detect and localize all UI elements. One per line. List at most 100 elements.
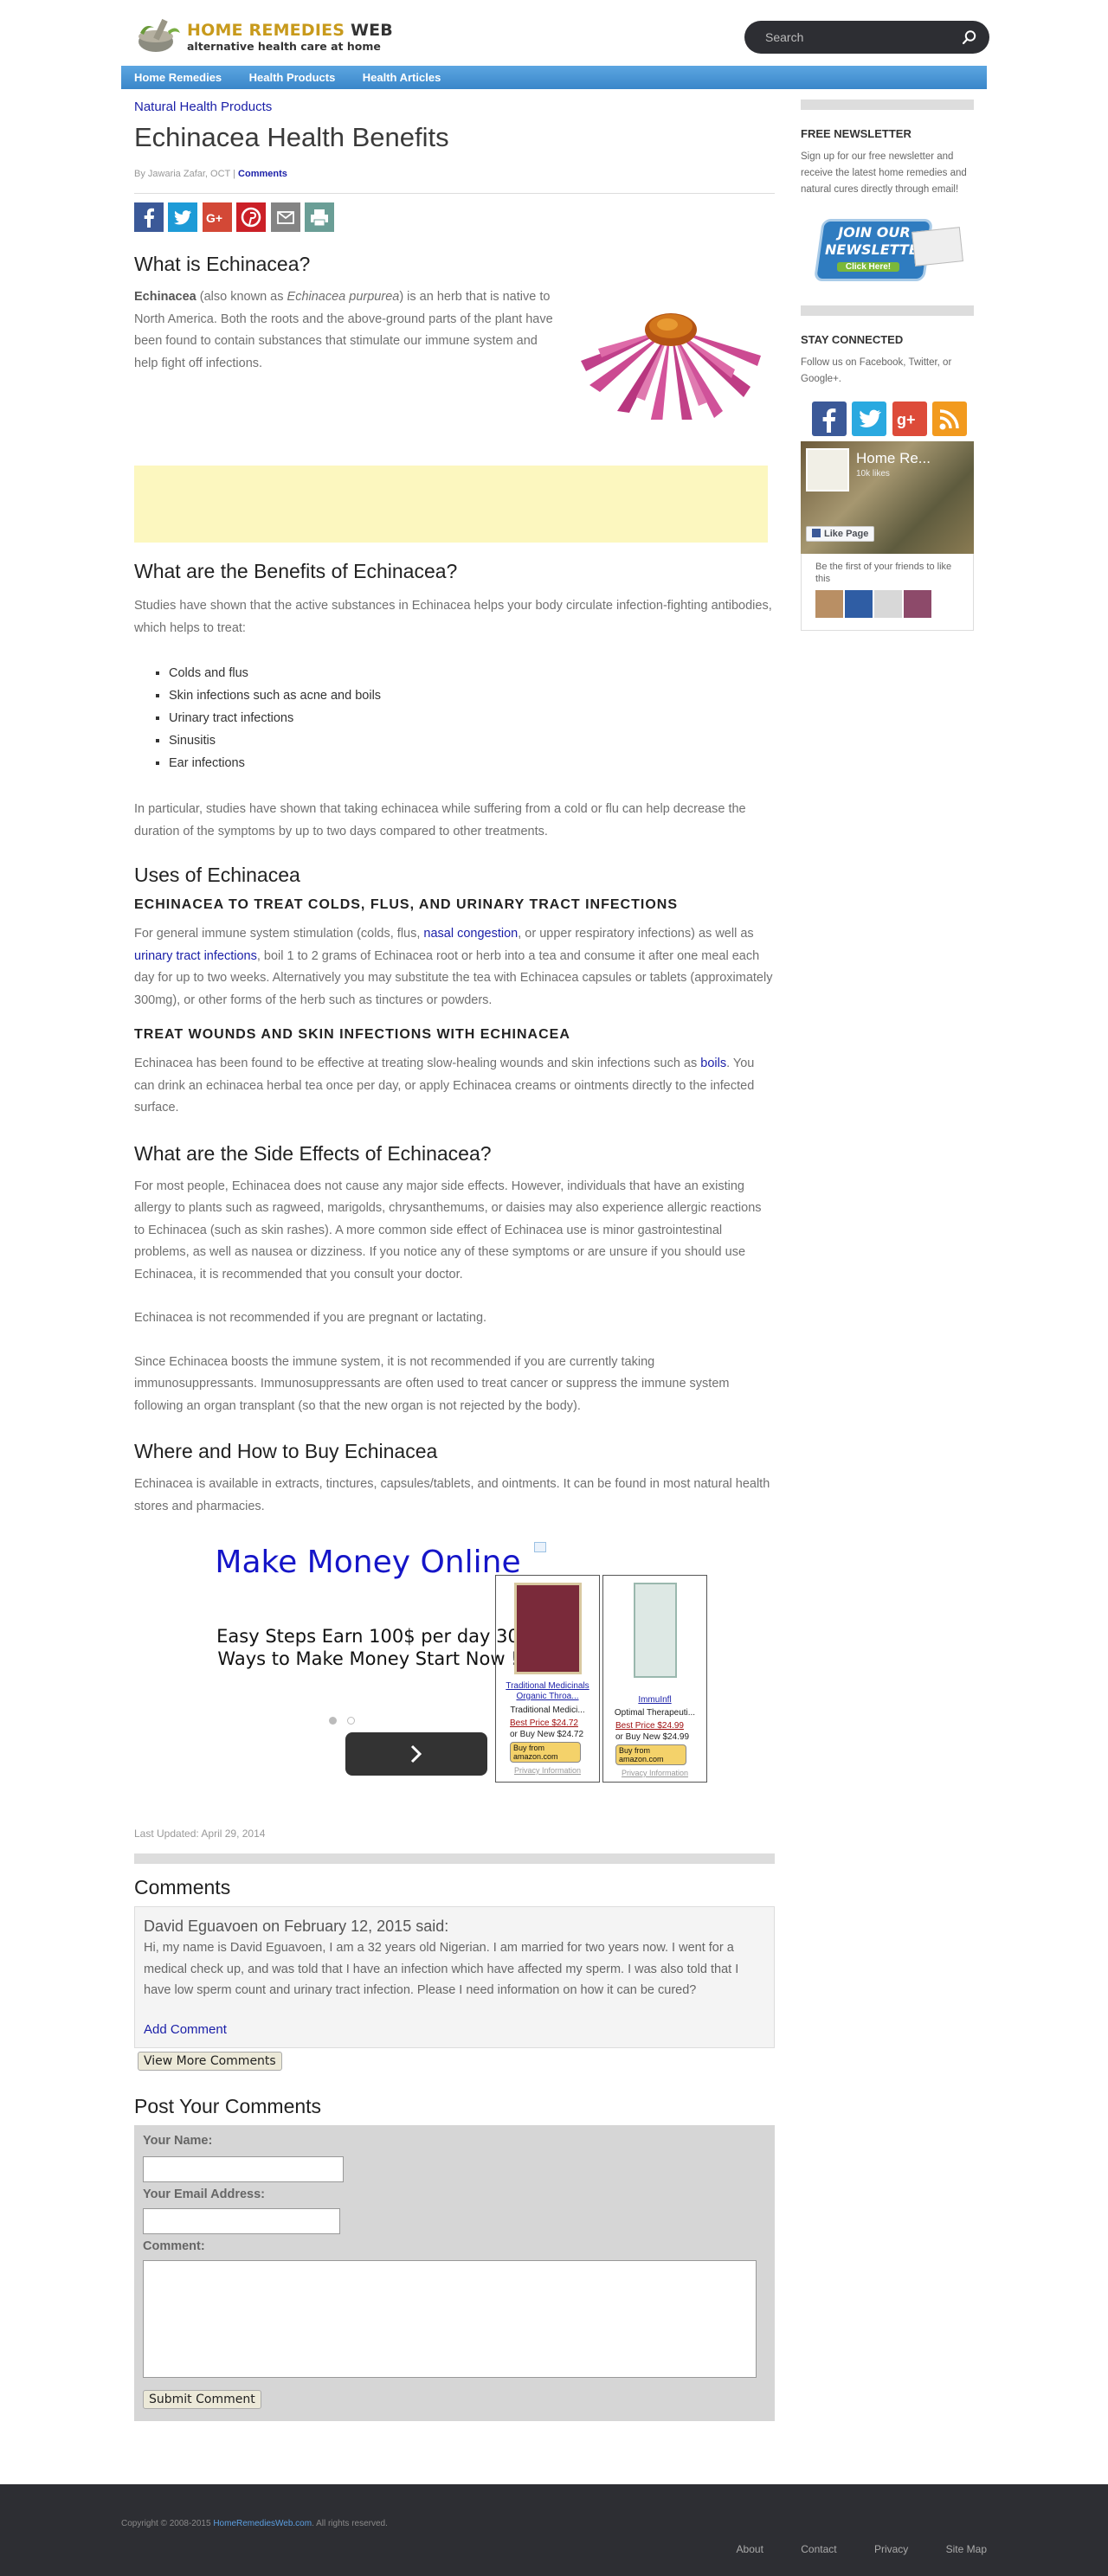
buy-from-amazon-button[interactable]: Buy from amazon.com [510,1742,581,1763]
privacy-information-link[interactable]: Privacy Information [603,1769,706,1777]
uses-paragraph-1: For general immune system stimulation (c… [134,927,773,1007]
ad-text-unit[interactable]: Make Money Online Easy Steps Earn 100$ p… [203,1542,546,1776]
print-icon[interactable] [305,202,335,232]
ad-body[interactable]: Easy Steps Earn 100$ per day 30 Ways to … [203,1625,532,1670]
ad-headline[interactable]: Make Money Online [203,1544,532,1582]
view-more-comments-button[interactable]: View More Comments [138,2051,282,2071]
join-newsletter-button[interactable]: JOIN OUR NEWSLETTER Click Here! [813,219,963,281]
logo-title: HOME REMEDIES WEB [187,21,393,40]
google-plus-icon[interactable]: G+ [202,202,232,232]
section-heading-side-effects: What are the Side Effects of Echinacea? [134,1141,492,1165]
carousel-dot-active[interactable] [329,1717,337,1725]
avatar[interactable] [874,590,902,618]
comment-textarea[interactable] [143,2259,757,2378]
product-new-price: or Buy New $24.99 [615,1732,690,1742]
product-title-link[interactable]: ImmuInfl [603,1695,706,1705]
comments-link[interactable]: Comments [238,169,287,179]
product-best-price[interactable]: Best Price $24.99 [615,1721,706,1731]
avatar[interactable] [904,590,931,618]
list-item: Sinusitis [169,729,775,752]
section-heading-benefits: What are the Benefits of Echinacea? [134,560,458,582]
facebook-icon[interactable] [812,401,847,436]
email-icon[interactable] [270,202,300,232]
newsletter-heading: FREE NEWSLETTER [801,127,912,140]
fb-friends-avatars [815,590,959,618]
list-item: Skin infections such as acne and boils [169,684,775,707]
last-updated: Last Updated: April 29, 2014 [134,1828,266,1840]
nav-health-products[interactable]: Health Products [249,66,336,89]
google-plus-icon[interactable]: g+ [892,401,927,436]
submit-comment-button[interactable]: Submit Comment [143,2389,261,2409]
fb-like-icon [812,529,821,537]
nav-health-articles[interactable]: Health Articles [363,66,441,89]
newsletter-envelope-image [912,227,963,267]
comment-form: Your Name: Your Email Address: Comment: … [134,2124,775,2421]
nasal-congestion-link[interactable]: nasal congestion [423,927,518,941]
product-title-link[interactable]: Traditional Medicinals Organic Throa... [496,1681,599,1702]
footer-link-contact[interactable]: Contact [801,2543,836,2555]
pinterest-icon[interactable] [236,202,267,232]
stay-connected-text: Follow us on Facebook, Twitter, or Googl… [801,357,952,384]
site-logo[interactable]: HOME REMEDIES WEB alternative health car… [133,16,410,55]
ad-choices-icon[interactable] [534,1542,546,1552]
list-item: Ear infections [169,752,775,774]
buy-from-amazon-button[interactable]: Buy from amazon.com [615,1744,686,1765]
name-field[interactable] [143,2155,344,2182]
twitter-icon[interactable] [168,202,198,232]
intro-block: Echinacea (also known as Echinacea purpu… [134,286,775,446]
add-comment-link[interactable]: Add Comment [144,2022,765,2037]
uses-paragraph-2: Echinacea has been found to be effective… [134,1057,755,1115]
avatar[interactable] [815,590,843,618]
ad-area: Make Money Online Easy Steps Earn 100$ p… [134,1542,775,1802]
product-image [633,1583,677,1678]
urinary-tract-infections-link[interactable]: urinary tract infections [134,949,257,963]
divider [801,305,974,316]
twitter-icon[interactable] [852,401,887,436]
email-field[interactable] [143,2207,340,2234]
facebook-page-widget[interactable]: Home Re... 10k likes Like Page [801,441,974,554]
rss-icon[interactable] [932,401,968,436]
fb-friends-box: Be the first of your friends to like thi… [801,554,974,631]
subheading-colds: Echinacea to Treat Colds, Flus, and Urin… [134,897,678,912]
carousel-dot[interactable] [347,1717,355,1725]
product-card[interactable]: Traditional Medicinals Organic Throa... … [495,1575,600,1783]
divider [134,1853,775,1864]
divider [801,100,974,110]
footer-link-privacy[interactable]: Privacy [874,2543,908,2555]
side-effects-paragraph-2: Echinacea is not recommended if you are … [134,1311,487,1325]
boils-link[interactable]: boils [700,1057,726,1070]
search-box [744,21,989,54]
ad-next-button[interactable] [345,1732,487,1776]
stay-connected-heading: STAY CONNECTED [801,333,904,346]
fb-page-name[interactable]: Home Re... [856,450,931,467]
search-icon[interactable] [962,29,977,45]
avatar[interactable] [845,590,873,618]
echinacea-flower-image [581,313,761,420]
comment-author-line: David Eguavoen on February 12, 2015 said… [144,1918,449,1935]
mortar-pestle-logo-icon [138,18,180,52]
copyright-site-link[interactable]: HomeRemediesWeb.com [213,2519,312,2528]
search-input[interactable] [765,29,947,46]
nav-home-remedies[interactable]: Home Remedies [134,66,222,89]
sidebar: FREE NEWSLETTER Sign up for our free new… [801,100,974,631]
fb-friends-text: Be the first of your friends to like thi… [815,562,952,584]
privacy-information-link[interactable]: Privacy Information [496,1766,599,1775]
ad-banner-placeholder[interactable] [134,466,768,543]
social-icons: g+ [812,401,974,436]
product-best-price[interactable]: Best Price $24.72 [510,1718,599,1728]
svg-text:g+: g+ [897,411,916,428]
footer-link-about[interactable]: About [737,2543,763,2555]
footer-link-site-map[interactable]: Site Map [946,2543,987,2555]
fb-page-thumbnail [806,448,849,491]
newsletter-badge-line2: NEWSLETTER [825,241,930,258]
breadcrumb-category[interactable]: Natural Health Products [134,100,272,114]
product-new-price: or Buy New $24.72 [510,1730,584,1739]
section-heading-buy: Where and How to Buy Echinacea [134,1440,438,1462]
site-footer: Copyright © 2008-2015 HomeRemediesWeb.co… [0,2484,1108,2576]
fb-like-page-button[interactable]: Like Page [806,526,875,542]
product-card[interactable]: ImmuInfl Optimal Therapeuti... Best Pric… [602,1575,707,1783]
ad-carousel-dots [329,1713,355,1729]
copyright: Copyright © 2008-2015 HomeRemediesWeb.co… [121,2519,388,2528]
facebook-icon[interactable] [134,202,164,232]
side-effects-paragraph-1: For most people, Echinacea does not caus… [134,1179,762,1282]
